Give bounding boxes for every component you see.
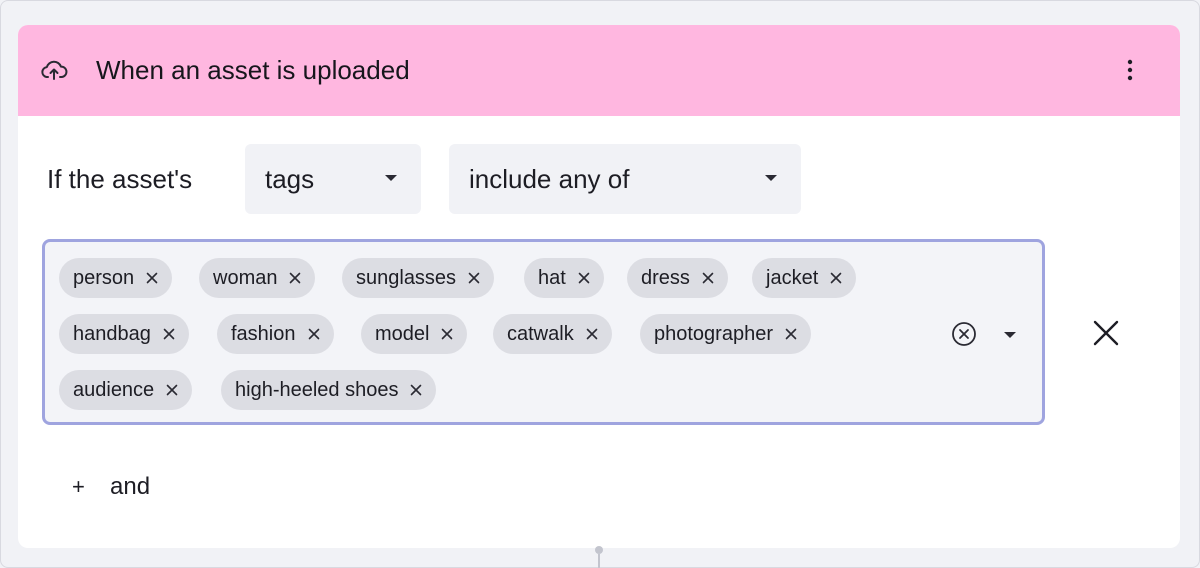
tag-chip: catwalk (493, 314, 612, 354)
tag-chip: photographer (640, 314, 811, 354)
remove-tag-icon[interactable] (700, 270, 716, 286)
remove-tag-icon[interactable] (439, 326, 455, 342)
clear-all-icon[interactable] (951, 321, 977, 347)
tag-chip: jacket (752, 258, 857, 298)
tag-chip-label: high-heeled shoes (235, 379, 399, 401)
condition-prefix-label: If the asset's (47, 164, 193, 194)
tag-chip-label: jacket (766, 267, 819, 289)
tag-chip-label: dress (641, 267, 690, 289)
operator-select[interactable]: include any of (449, 144, 801, 214)
remove-tag-icon[interactable] (576, 270, 592, 286)
tags-multiselect[interactable]: person woman sunglasses hat dress jacket… (42, 239, 1045, 425)
tag-chip: high-heeled shoes (221, 370, 437, 410)
tag-chip: fashion (217, 314, 334, 354)
add-and-label: and (110, 473, 151, 500)
trigger-card: When an asset is uploaded If the asset's… (18, 25, 1180, 548)
remove-tag-icon[interactable] (783, 326, 799, 342)
caret-down-icon[interactable] (1004, 332, 1016, 338)
tag-chip: woman (199, 258, 316, 298)
tag-chip-label: catwalk (507, 323, 574, 345)
tag-chip-label: fashion (231, 323, 296, 345)
remove-tag-icon[interactable] (306, 326, 322, 342)
tag-chip-label: handbag (73, 323, 151, 345)
tag-chip-label: person (73, 267, 135, 289)
field-select[interactable]: tags (245, 144, 421, 214)
remove-tag-icon[interactable] (584, 326, 600, 342)
tag-chip: person (59, 258, 173, 298)
tag-chip: audience (59, 370, 193, 410)
tag-chip-label: woman (213, 267, 278, 289)
trigger-header: When an asset is uploaded (18, 25, 1180, 116)
caret-down-icon (765, 175, 777, 181)
remove-tag-icon[interactable] (466, 270, 482, 286)
tag-chip-label: model (375, 323, 430, 345)
tag-chip-label: sunglasses (356, 267, 457, 289)
remove-tag-icon[interactable] (287, 270, 303, 286)
remove-condition-icon[interactable] (1092, 319, 1120, 347)
plus-icon: + (72, 474, 85, 499)
caret-down-icon (385, 175, 397, 181)
connector-handle[interactable] (595, 546, 603, 554)
tag-chip-label: audience (73, 379, 155, 401)
kebab-menu-icon[interactable] (1118, 55, 1142, 85)
remove-tag-icon[interactable] (161, 326, 177, 342)
tag-chip-label: hat (538, 267, 566, 289)
remove-tag-icon[interactable] (164, 382, 180, 398)
tag-chip: model (361, 314, 468, 354)
tag-chip: hat (524, 258, 604, 298)
add-and-condition-button[interactable]: + and (72, 469, 150, 505)
tag-chip: handbag (59, 314, 189, 354)
cloud-upload-icon (40, 59, 68, 81)
field-select-value: tags (265, 164, 315, 194)
condition-row: If the asset's tags include any of (18, 144, 1180, 214)
remove-tag-icon[interactable] (144, 270, 160, 286)
remove-tag-icon[interactable] (408, 382, 424, 398)
trigger-title: When an asset is uploaded (96, 55, 410, 85)
connector-line (598, 554, 600, 568)
tag-chip: sunglasses (342, 258, 495, 298)
operator-select-value: include any of (469, 164, 630, 194)
tag-chip-label: photographer (654, 323, 773, 345)
remove-tag-icon[interactable] (828, 270, 844, 286)
tag-chip: dress (627, 258, 728, 298)
